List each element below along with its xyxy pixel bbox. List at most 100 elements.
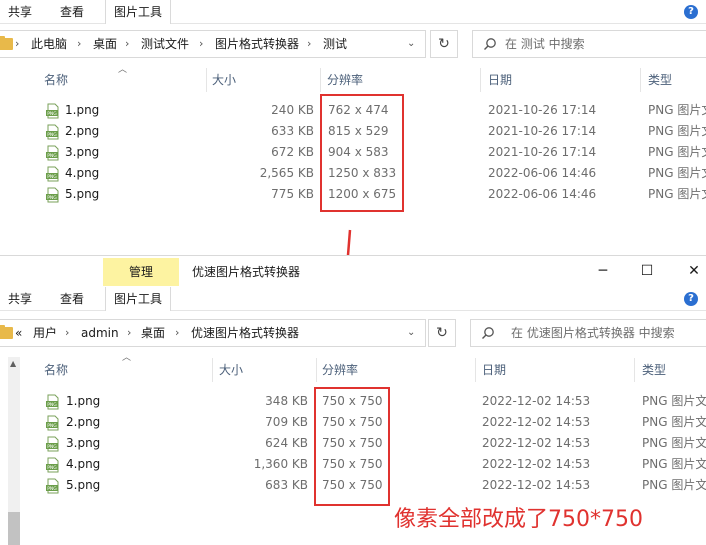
file-type: PNG 图片文 bbox=[648, 145, 706, 159]
breadcrumb-converter[interactable]: 优速图片格式转换器 bbox=[191, 320, 299, 346]
file-name: 5.png bbox=[66, 478, 101, 492]
chevron-down-icon[interactable]: ⌄ bbox=[407, 31, 415, 57]
file-date: 2021-10-26 17:14 bbox=[488, 103, 597, 117]
file-type: PNG 图片文 bbox=[648, 124, 706, 138]
refresh-button[interactable]: ↻ bbox=[428, 319, 456, 347]
help-icon[interactable]: ? bbox=[684, 5, 698, 19]
breadcrumb-desktop[interactable]: 桌面 bbox=[93, 31, 117, 57]
breadcrumb-overflow-icon[interactable]: « bbox=[15, 320, 22, 346]
chevron-down-icon[interactable]: ⌄ bbox=[407, 320, 415, 346]
column-header-type[interactable]: 类型 bbox=[648, 68, 672, 92]
file-size: 1,360 KB bbox=[253, 457, 308, 471]
breadcrumb-separator-icon: › bbox=[125, 37, 130, 50]
breadcrumb-admin[interactable]: admin bbox=[81, 320, 119, 346]
column-header-resolution[interactable]: 分辨率 bbox=[322, 358, 358, 382]
refresh-button[interactable]: ↻ bbox=[430, 30, 458, 58]
column-divider[interactable] bbox=[640, 68, 641, 92]
address-bar[interactable]: › 此电脑 › 桌面 › 测试文件 › 图片格式转换器 › 测试 ⌄ bbox=[0, 30, 426, 58]
column-header-name[interactable]: 名称 bbox=[44, 68, 68, 92]
breadcrumb-desktop[interactable]: 桌面 bbox=[141, 320, 165, 346]
breadcrumb-this-pc[interactable]: 此电脑 bbox=[31, 31, 67, 57]
minimize-icon[interactable]: ─ bbox=[593, 260, 613, 282]
svg-text:PNG: PNG bbox=[47, 465, 57, 471]
column-divider[interactable] bbox=[634, 358, 635, 382]
column-header-resolution[interactable]: 分辨率 bbox=[327, 68, 363, 92]
scrollbar-thumb[interactable] bbox=[8, 512, 20, 545]
file-size: 672 KB bbox=[271, 145, 314, 159]
ribbon-tab-picture-tools[interactable]: 图片工具 bbox=[105, 0, 172, 24]
maximize-icon[interactable]: ☐ bbox=[637, 260, 657, 282]
search-icon bbox=[484, 38, 496, 50]
svg-text:PNG: PNG bbox=[47, 423, 57, 429]
column-header-date[interactable]: 日期 bbox=[482, 358, 506, 382]
breadcrumb-separator-icon: › bbox=[15, 37, 20, 50]
file-date: 2021-10-26 17:14 bbox=[488, 145, 597, 159]
breadcrumb-test-files[interactable]: 测试文件 bbox=[141, 31, 189, 57]
png-file-icon: PNG bbox=[46, 394, 59, 410]
sort-up-icon: ︿ bbox=[118, 65, 128, 75]
png-file-icon: PNG bbox=[46, 166, 59, 182]
close-icon[interactable]: ✕ bbox=[684, 260, 704, 282]
column-divider[interactable] bbox=[320, 68, 321, 92]
window-title: 优速图片格式转换器 bbox=[192, 265, 301, 279]
top-explorer-window: 共享 查看 图片工具 ? › 此电脑 › 桌面 › 测试文件 › 图片格式转换器… bbox=[0, 0, 706, 255]
ribbon-tab-share[interactable]: 共享 bbox=[0, 287, 40, 311]
annotation-text: 像素全部改成了750*750 bbox=[394, 507, 643, 532]
tab-manage[interactable]: 管理 bbox=[103, 258, 179, 286]
column-divider[interactable] bbox=[206, 68, 207, 92]
search-input[interactable]: 在 优速图片格式转换器 中搜索 bbox=[470, 319, 706, 347]
breadcrumb-converter[interactable]: 图片格式转换器 bbox=[215, 31, 299, 57]
refresh-icon: ↻ bbox=[436, 325, 448, 341]
file-size: 624 KB bbox=[265, 436, 308, 450]
svg-text:PNG: PNG bbox=[47, 174, 57, 180]
search-input[interactable]: 在 测试 中搜索 bbox=[472, 30, 706, 58]
breadcrumb-test[interactable]: 测试 bbox=[323, 31, 347, 57]
sort-up-icon: ︿ bbox=[122, 353, 132, 363]
ribbon-tab-share[interactable]: 共享 bbox=[0, 0, 40, 24]
png-file-icon: PNG bbox=[46, 124, 59, 140]
highlight-box-new-resolution bbox=[314, 387, 390, 506]
svg-text:PNG: PNG bbox=[47, 444, 57, 450]
svg-text:PNG: PNG bbox=[47, 132, 57, 138]
file-name: 4.png bbox=[66, 457, 101, 471]
file-type: PNG 图片文 bbox=[642, 415, 706, 429]
ribbon-tab-view[interactable]: 查看 bbox=[52, 0, 92, 24]
file-type: PNG 图片文 bbox=[648, 187, 706, 201]
file-type: PNG 图片文 bbox=[642, 457, 706, 471]
file-size: 709 KB bbox=[265, 415, 308, 429]
file-size: 240 KB bbox=[271, 103, 314, 117]
file-date: 2022-12-02 14:53 bbox=[482, 457, 591, 471]
file-size: 633 KB bbox=[271, 124, 314, 138]
breadcrumb-users[interactable]: 用户 bbox=[33, 320, 57, 346]
svg-text:PNG: PNG bbox=[47, 153, 57, 159]
ribbon-tab-picture-tools[interactable]: 图片工具 bbox=[105, 287, 172, 311]
search-placeholder: 在 优速图片格式转换器 中搜索 bbox=[511, 326, 675, 340]
help-icon[interactable]: ? bbox=[684, 292, 698, 306]
column-divider[interactable] bbox=[212, 358, 213, 382]
file-date: 2022-06-06 14:46 bbox=[488, 187, 597, 201]
address-bar[interactable]: « 用户 › admin › 桌面 › 优速图片格式转换器 ⌄ bbox=[0, 319, 426, 347]
file-name: 4.png bbox=[65, 166, 100, 180]
column-header-name[interactable]: 名称 bbox=[44, 358, 68, 382]
column-header-size[interactable]: 大小 bbox=[212, 68, 236, 92]
file-size: 348 KB bbox=[265, 394, 308, 408]
column-divider[interactable] bbox=[480, 68, 481, 92]
file-name: 2.png bbox=[66, 415, 101, 429]
file-date: 2021-10-26 17:14 bbox=[488, 124, 597, 138]
breadcrumb-separator-icon: › bbox=[65, 326, 70, 339]
svg-text:PNG: PNG bbox=[47, 111, 57, 117]
ribbon-tab-view[interactable]: 查看 bbox=[52, 287, 92, 311]
svg-text:PNG: PNG bbox=[47, 486, 57, 492]
column-header-date[interactable]: 日期 bbox=[488, 68, 512, 92]
breadcrumb-separator-icon: › bbox=[175, 326, 180, 339]
png-file-icon: PNG bbox=[46, 436, 59, 452]
column-header-size[interactable]: 大小 bbox=[219, 358, 243, 382]
scroll-up-icon[interactable]: ▲ bbox=[10, 359, 16, 368]
png-file-icon: PNG bbox=[46, 478, 59, 494]
column-divider[interactable] bbox=[316, 358, 317, 382]
svg-text:PNG: PNG bbox=[47, 195, 57, 201]
folder-icon bbox=[0, 36, 13, 50]
file-type: PNG 图片文 bbox=[648, 103, 706, 117]
column-divider[interactable] bbox=[475, 358, 476, 382]
column-header-type[interactable]: 类型 bbox=[642, 358, 666, 382]
